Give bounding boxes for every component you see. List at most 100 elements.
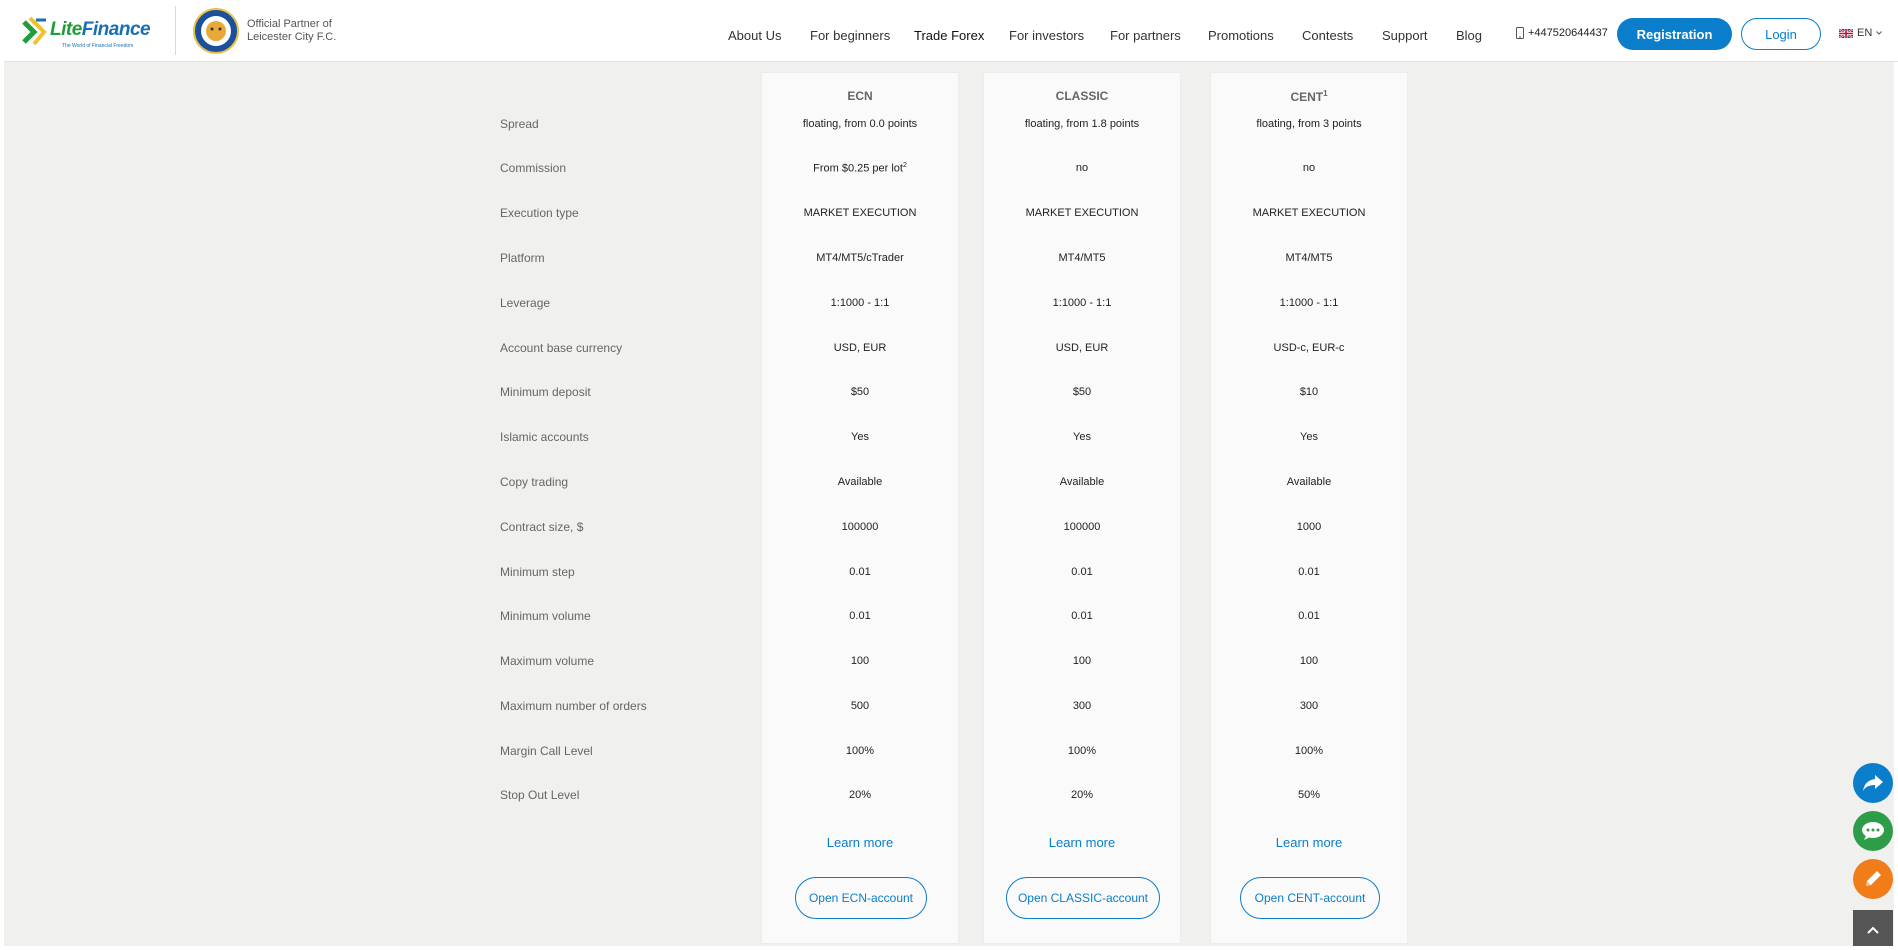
logo-text-finance: Finance <box>81 19 151 40</box>
nav-for-partners[interactable]: For partners <box>1110 28 1181 43</box>
litefinance-logo[interactable]: LiteFinance The World of Financial Freed… <box>18 12 166 52</box>
nav-promotions[interactable]: Promotions <box>1208 28 1274 43</box>
cell-base-currency: USD, EUR <box>1055 342 1109 354</box>
cell-platform: MT4/MT5 <box>1285 252 1333 264</box>
header-divider <box>175 6 176 55</box>
phone-number: +447520644437 <box>1528 27 1608 39</box>
column-header-cent: CENT1 <box>1211 89 1407 104</box>
column-title: CLASSIC <box>1055 89 1109 103</box>
chat-icon <box>1862 822 1884 840</box>
language-selector[interactable]: EN <box>1839 27 1883 39</box>
cell-maximum-volume: 100 <box>1072 655 1092 667</box>
cell-minimum-step: 0.01 <box>1071 566 1093 578</box>
commission-footnote: 2 <box>902 162 907 169</box>
page-bottom-edge <box>4 946 1894 950</box>
cell-leverage: 1:1000 - 1:1 <box>1052 297 1112 309</box>
language-label: EN <box>1857 27 1873 39</box>
open-ecn-account-button[interactable]: Open ECN-account <box>795 877 927 919</box>
leicester-crest-icon[interactable] <box>192 7 240 55</box>
cell-spread: floating, from 1.8 points <box>1024 118 1140 130</box>
learn-more-link-classic[interactable]: Learn more <box>984 835 1180 850</box>
cell-stop-out: 20% <box>848 789 872 801</box>
row-label-maximum-volume: Maximum volume <box>500 654 595 668</box>
cell-minimum-deposit: $50 <box>1072 386 1092 398</box>
cell-contract-size: 100000 <box>841 521 879 533</box>
cell-commission-text: From $0.25 per lot <box>813 162 903 175</box>
row-label-platform: Platform <box>500 251 545 265</box>
cell-islamic-accounts: Yes <box>1300 431 1318 443</box>
cent-footnote: 1 <box>1323 89 1328 98</box>
edit-button[interactable] <box>1853 859 1893 899</box>
cell-margin-call: 100% <box>1067 745 1097 757</box>
cell-max-orders: 500 <box>850 700 870 712</box>
cell-maximum-volume: 100 <box>1299 655 1319 667</box>
nav-support[interactable]: Support <box>1382 28 1428 43</box>
row-label-copy-trading: Copy trading <box>500 475 569 489</box>
phone-link[interactable]: +447520644437 <box>1516 27 1608 39</box>
cell-copy-trading: Available <box>837 476 883 488</box>
cell-execution-type: MARKET EXECUTION <box>1025 207 1139 219</box>
cell-base-currency: USD-c, EUR-c <box>1273 342 1345 354</box>
row-label-leverage: Leverage <box>500 296 551 310</box>
cell-margin-call: 100% <box>1294 745 1324 757</box>
share-button[interactable] <box>1853 763 1893 803</box>
phone-icon <box>1516 27 1524 39</box>
row-label-stop-out: Stop Out Level <box>500 788 580 802</box>
logo-text-lite: Lite <box>50 19 82 40</box>
cell-platform: MT4/MT5 <box>1058 252 1106 264</box>
cell-minimum-volume: 0.01 <box>1298 610 1320 622</box>
cell-minimum-step: 0.01 <box>1298 566 1320 578</box>
row-label-max-orders: Maximum number of orders <box>500 699 647 713</box>
cell-commission: no <box>1075 162 1089 174</box>
registration-button[interactable]: Registration <box>1617 18 1732 50</box>
nav-trade-forex[interactable]: Trade Forex <box>914 28 984 43</box>
row-label-minimum-step: Minimum step <box>500 565 575 579</box>
cell-execution-type: MARKET EXECUTION <box>803 207 917 219</box>
row-label-spread: Spread <box>500 117 539 131</box>
account-column-classic: CLASSIC floating, from 1.8 points no MAR… <box>983 72 1181 944</box>
learn-more-link-cent[interactable]: Learn more <box>1211 835 1407 850</box>
cell-execution-type: MARKET EXECUTION <box>1252 207 1366 219</box>
open-cent-account-button[interactable]: Open CENT-account <box>1240 877 1380 919</box>
nav-for-beginners[interactable]: For beginners <box>810 28 890 43</box>
row-label-contract-size: Contract size, $ <box>500 520 584 534</box>
cell-minimum-deposit: $50 <box>850 386 870 398</box>
logo-wordmark: LiteFinance <box>50 19 151 41</box>
column-header-ecn: ECN <box>762 89 958 103</box>
cell-leverage: 1:1000 - 1:1 <box>1279 297 1339 309</box>
scroll-to-top-button[interactable] <box>1853 910 1893 950</box>
nav-blog[interactable]: Blog <box>1456 28 1482 43</box>
row-label-minimum-volume: Minimum volume <box>500 609 591 623</box>
share-icon <box>1863 775 1883 791</box>
column-title: CENT <box>1290 90 1324 104</box>
row-label-margin-call: Margin Call Level <box>500 744 593 758</box>
uk-flag-icon <box>1839 28 1853 38</box>
open-classic-account-button[interactable]: Open CLASSIC-account <box>1006 877 1160 919</box>
cell-copy-trading: Available <box>1059 476 1105 488</box>
nav-for-investors[interactable]: For investors <box>1009 28 1084 43</box>
cell-max-orders: 300 <box>1072 700 1092 712</box>
account-column-cent: CENT1 floating, from 3 points no MARKET … <box>1210 72 1408 944</box>
account-column-ecn: ECN floating, from 0.0 points From $0.25… <box>761 72 959 944</box>
cell-minimum-volume: 0.01 <box>849 610 871 622</box>
login-button[interactable]: Login <box>1741 18 1821 50</box>
cell-minimum-deposit: $10 <box>1299 386 1319 398</box>
learn-more-link-ecn[interactable]: Learn more <box>762 835 958 850</box>
logo-mark-icon <box>22 16 47 46</box>
cell-spread: floating, from 3 points <box>1256 118 1362 130</box>
site-header: LiteFinance The World of Financial Freed… <box>4 0 1898 62</box>
chat-button[interactable] <box>1853 811 1893 851</box>
cell-minimum-volume: 0.01 <box>1071 610 1093 622</box>
cell-base-currency: USD, EUR <box>833 342 887 354</box>
nav-about-us[interactable]: About Us <box>728 28 781 43</box>
cell-maximum-volume: 100 <box>850 655 870 667</box>
cell-margin-call: 100% <box>845 745 875 757</box>
partner-line-2: Leicester City F.C. <box>247 31 337 43</box>
cell-platform: MT4/MT5/cTrader <box>816 252 904 264</box>
column-header-classic: CLASSIC <box>984 89 1180 103</box>
nav-contests[interactable]: Contests <box>1302 28 1353 43</box>
pencil-icon <box>1866 871 1881 886</box>
cell-islamic-accounts: Yes <box>851 431 869 443</box>
cell-islamic-accounts: Yes <box>1073 431 1091 443</box>
cell-spread: floating, from 0.0 points <box>802 118 918 130</box>
